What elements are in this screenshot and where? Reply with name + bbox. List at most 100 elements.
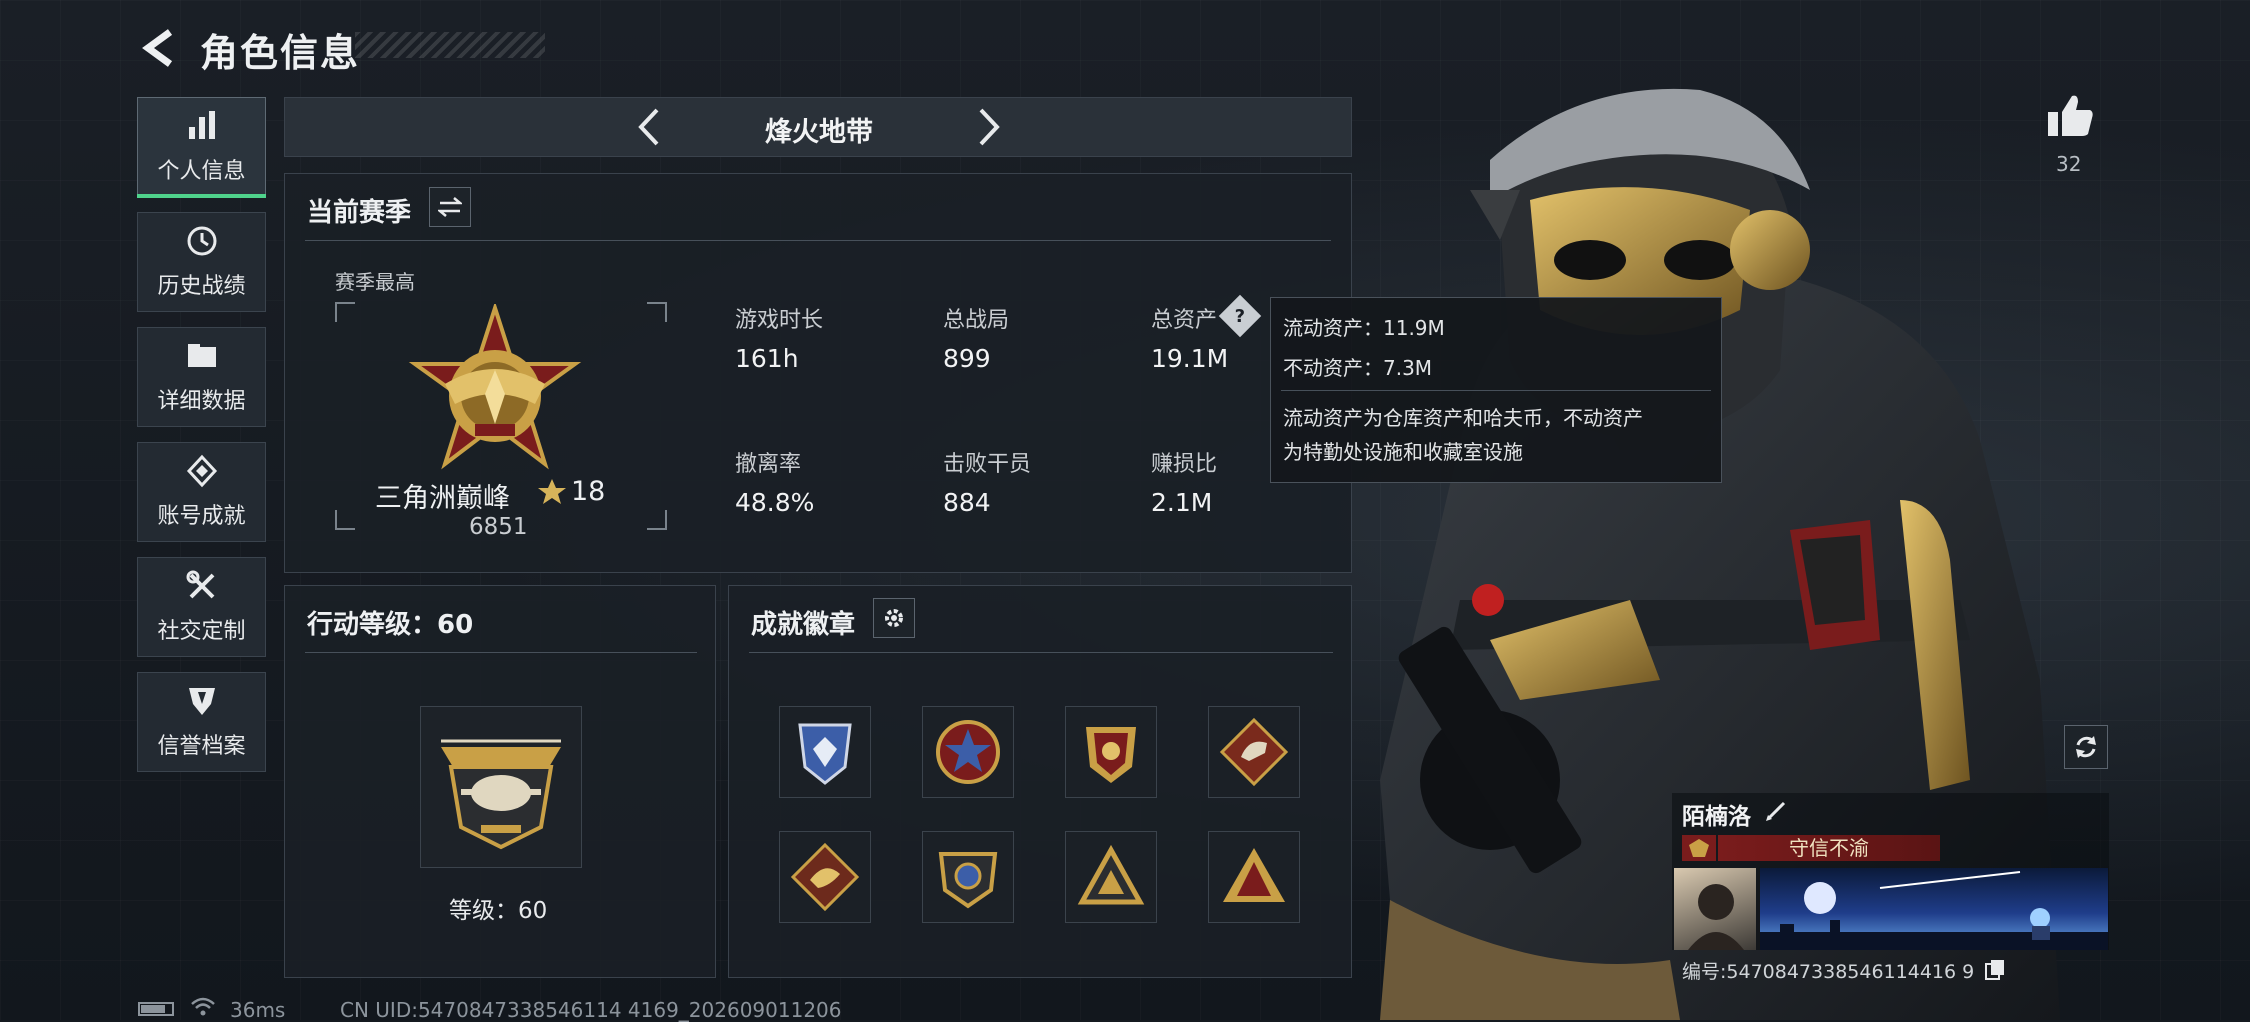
badge-slot[interactable] xyxy=(1065,706,1157,798)
nav-label: 详细数据 xyxy=(157,389,246,414)
nav-item-credit-record[interactable]: 信誉档案 xyxy=(137,672,266,772)
badge-slot[interactable] xyxy=(1208,831,1300,923)
stat-value: 19.1M xyxy=(1151,344,1229,373)
nav-label: 账号成就 xyxy=(157,504,246,529)
tools-icon xyxy=(186,570,214,599)
badges-panel: 成就徽章 xyxy=(728,585,1352,978)
edit-name-icon[interactable] xyxy=(1764,799,1788,823)
player-avatar[interactable] xyxy=(1674,868,1756,950)
frame-corner xyxy=(335,302,355,322)
stat-label: 赚损比 xyxy=(1151,452,1218,477)
player-card: 陌楠洛 守信不渝 xyxy=(1672,793,2109,950)
frame-corner xyxy=(647,510,667,530)
stat-value: 161h xyxy=(735,344,799,373)
likes-count: 32 xyxy=(2056,152,2082,176)
rank-stars: 18 xyxy=(571,476,606,507)
thumbs-up-icon[interactable] xyxy=(2046,92,2094,138)
divider xyxy=(305,652,697,653)
tooltip-liquid-assets: 流动资产：11.9M xyxy=(1283,316,1445,340)
next-mode-arrow-icon[interactable] xyxy=(963,102,1013,152)
badge-slot[interactable] xyxy=(922,831,1014,923)
history-icon xyxy=(187,226,216,256)
bar-chart-icon xyxy=(188,111,215,139)
question-icon: ? xyxy=(1234,305,1246,327)
folder-icon xyxy=(187,344,216,367)
badge-slot[interactable] xyxy=(1208,706,1300,798)
nav-label: 个人信息 xyxy=(157,159,246,184)
stat-label: 总战局 xyxy=(943,308,1010,333)
rank-emblem-icon xyxy=(408,304,582,470)
nav-label: 社交定制 xyxy=(157,619,246,644)
frame-corner xyxy=(335,510,355,530)
asset-tooltip: 流动资产：11.9M 不动资产：7.3M 流动资产为仓库资产和哈夫币，不动资产 … xyxy=(1270,297,1722,483)
triangle-badge-icon xyxy=(1077,844,1145,905)
achievement-icon xyxy=(186,454,217,488)
divider xyxy=(749,652,1333,653)
crest-badge-icon xyxy=(938,852,998,909)
badge-settings-button[interactable] xyxy=(873,598,915,638)
gear-icon xyxy=(885,609,903,627)
stat-value: 48.8% xyxy=(735,488,815,517)
nav-label: 历史战绩 xyxy=(157,274,246,299)
pyramid-badge-icon xyxy=(1223,848,1285,902)
tooltip-description: 为特勤处设施和收藏室设施 xyxy=(1283,440,1523,464)
refresh-icon xyxy=(2076,736,2096,758)
wifi-icon xyxy=(191,997,215,1016)
stat-label: 总资产 xyxy=(1151,308,1218,333)
stat-value: 2.1M xyxy=(1151,488,1213,517)
stat-label: 撤离率 xyxy=(735,452,802,477)
stat-label: 击败干员 xyxy=(943,452,1032,477)
level-emblem-frame xyxy=(420,706,582,868)
rank-score: 6851 xyxy=(469,514,528,540)
season-title: 当前赛季 xyxy=(307,198,412,228)
battery-icon xyxy=(138,1002,174,1016)
rank-name: 三角洲巅峰 xyxy=(375,483,510,514)
shield-icon xyxy=(188,688,215,715)
nav-item-detail-data[interactable]: 详细数据 xyxy=(137,327,266,427)
level-label: 等级：60 xyxy=(449,898,548,924)
badge-slot[interactable] xyxy=(779,706,871,798)
refresh-button[interactable] xyxy=(2064,725,2108,769)
badge-slot[interactable] xyxy=(1065,831,1157,923)
nav-active-indicator xyxy=(137,194,266,198)
help-button[interactable]: ? xyxy=(1218,294,1262,338)
nav-item-match-history[interactable]: 历史战绩 xyxy=(137,212,266,312)
frame-corner xyxy=(647,302,667,322)
nav-item-social-custom[interactable]: 社交定制 xyxy=(137,557,266,657)
copy-icon[interactable] xyxy=(1984,958,2006,980)
honor-title: 守信不渝 xyxy=(1718,835,1940,861)
divider xyxy=(305,240,1331,241)
honor-emblem-icon xyxy=(1682,835,1716,861)
player-name: 陌楠洛 xyxy=(1682,804,1751,830)
helicopter-emblem-icon xyxy=(441,739,561,850)
medal-badge-icon xyxy=(1086,727,1136,783)
nav-label: 信誉档案 xyxy=(157,734,246,759)
ping-value: 36ms xyxy=(230,998,286,1022)
night-sky-banner xyxy=(1760,871,2108,950)
badge-slot[interactable] xyxy=(922,706,1014,798)
stat-value: 899 xyxy=(943,344,991,373)
season-best-label: 赛季最高 xyxy=(335,270,415,294)
page-title: 角色信息 xyxy=(200,31,361,75)
nav-item-personal-info[interactable]: 个人信息 xyxy=(137,97,266,197)
dragon-badge-icon xyxy=(790,842,860,912)
season-panel: 当前赛季 赛季最高 三角洲巅峰 18 6851 游戏时长 161h 总战局 89… xyxy=(284,173,1352,573)
back-arrow-icon[interactable] xyxy=(138,26,182,70)
mode-title: 烽火地带 xyxy=(765,117,873,148)
account-uid: CN UID:5470847338546114 4169_20260901120… xyxy=(340,998,842,1022)
season-switch-button[interactable] xyxy=(429,187,471,227)
tooltip-description: 流动资产为仓库资产和哈夫币，不动资产 xyxy=(1283,406,1643,430)
badge-slot[interactable] xyxy=(779,831,871,923)
level-panel: 行动等级：60 等级：60 xyxy=(284,585,716,978)
profile-banner xyxy=(1760,868,2108,950)
badges-title: 成就徽章 xyxy=(751,610,856,640)
fist-badge-icon xyxy=(1219,717,1289,787)
level-title: 行动等级：60 xyxy=(307,610,474,640)
star-badge-icon xyxy=(936,720,1000,784)
player-id: 编号:5470847338546114416 9 xyxy=(1682,961,1975,983)
nav-item-achievements[interactable]: 账号成就 xyxy=(137,442,266,542)
swap-icon xyxy=(438,197,462,217)
avatar-portrait xyxy=(1688,884,1744,950)
divider xyxy=(1281,390,1711,391)
shield-badge-icon xyxy=(798,723,852,785)
